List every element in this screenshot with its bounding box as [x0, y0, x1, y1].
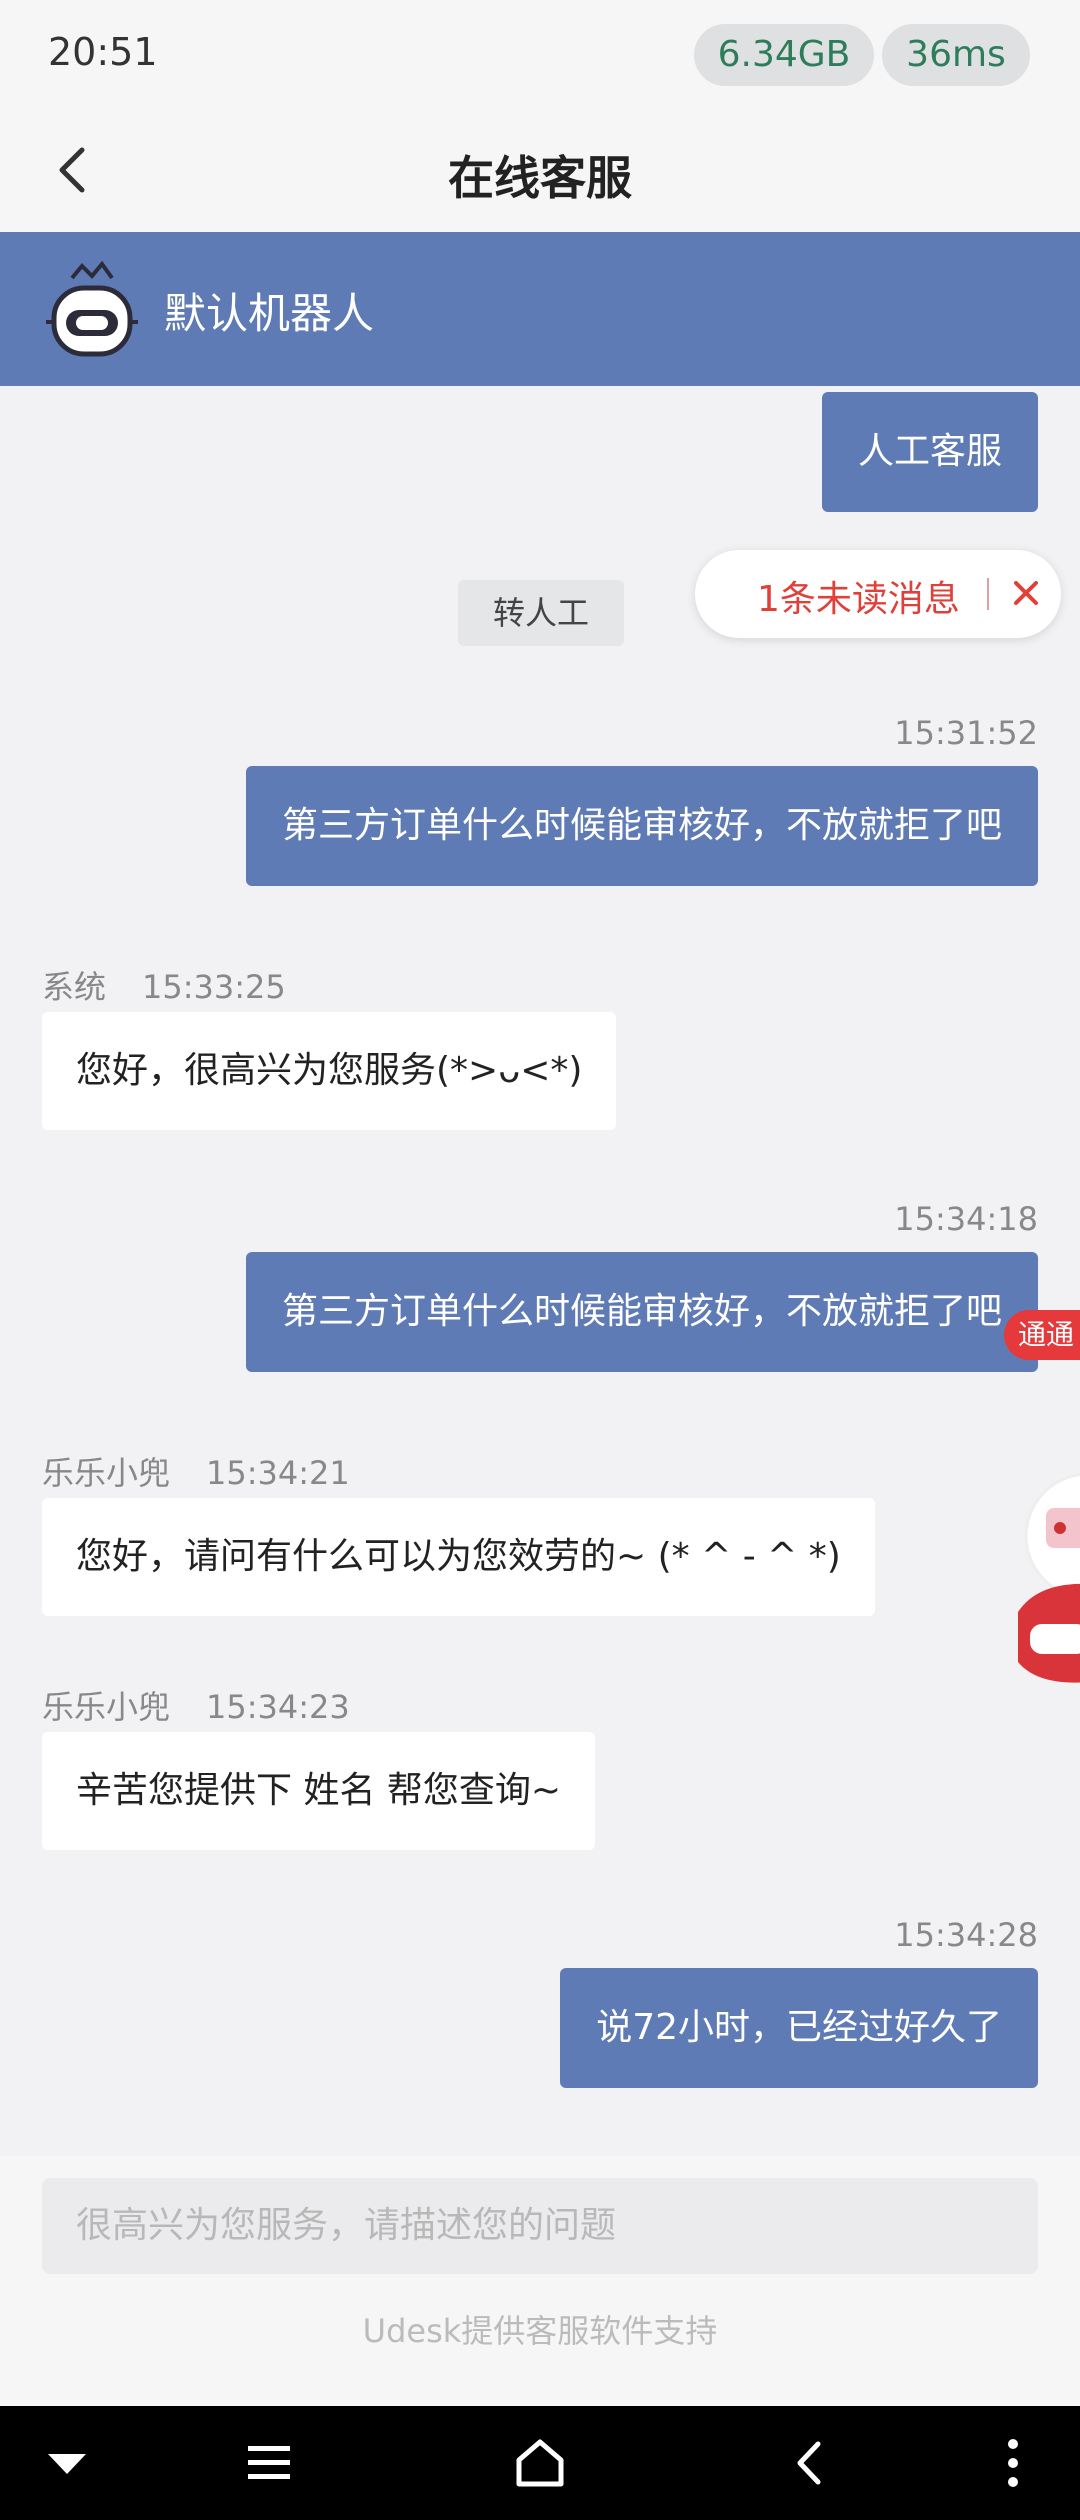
message-timestamp: 15:34:18 [894, 1200, 1038, 1238]
system-nav-bar [0, 2406, 1080, 2520]
unread-message-text[interactable]: 1条未读消息 [757, 570, 960, 622]
quick-reply-human-agent[interactable]: 人工客服 [821, 392, 1038, 512]
hide-keyboard-icon[interactable] [32, 2428, 102, 2498]
outgoing-message[interactable]: 说72小时，已经过好久了 [560, 1968, 1038, 2088]
message-sender-line: 系统 15:33:25 [42, 962, 286, 1008]
outgoing-message[interactable]: 第三方订单什么时候能审核好，不放就拒了吧 [245, 766, 1038, 886]
chat-area[interactable]: 人工客服 转人工 1条未读消息 15:31:52 第三方订单什么时候能审核好，不… [0, 386, 1080, 2156]
close-icon[interactable] [1001, 568, 1051, 618]
powered-by-text: Udesk提供客服软件支持 [362, 2312, 718, 2350]
incoming-message[interactable]: 辛苦您提供下 姓名 帮您查询~ [42, 1732, 596, 1850]
message-sender-line: 乐乐小兜 15:34:21 [42, 1448, 350, 1494]
message-timestamp: 15:33:25 [142, 968, 286, 1006]
home-icon[interactable] [505, 2428, 575, 2498]
message-timestamp: 15:31:52 [894, 714, 1038, 752]
back-icon[interactable] [776, 2428, 846, 2498]
incoming-message[interactable]: 您好，很高兴为您服务(*>ᴗ<*) [42, 1012, 617, 1130]
more-options-icon[interactable] [978, 2428, 1048, 2498]
incoming-message[interactable]: 您好，请问有什么可以为您效劳的~ (* ^ - ^ *) [42, 1498, 875, 1616]
page-title: 在线客服 [448, 151, 632, 205]
robot-avatar-icon [46, 260, 138, 357]
outgoing-message[interactable]: 第三方订单什么时候能审核好，不放就拒了吧 [245, 1252, 1038, 1372]
status-time: 20:51 [48, 30, 158, 74]
latency-indicator: 36ms [882, 24, 1030, 86]
agent-bar: 默认机器人 [0, 232, 1080, 386]
floating-widget-label[interactable]: 通通 [1004, 1310, 1080, 1360]
sender-name: 乐乐小兜 [42, 1688, 171, 1726]
message-sender-line: 乐乐小兜 15:34:23 [42, 1682, 350, 1728]
status-bar: 20:51 6.34GB 36ms [0, 0, 1080, 112]
transfer-to-human-chip[interactable]: 转人工 [458, 580, 624, 646]
unread-divider [987, 578, 989, 610]
unread-message-banner[interactable]: 1条未读消息 [695, 550, 1061, 638]
nav-bar: 在线客服 [0, 112, 1080, 232]
memory-indicator: 6.34GB [694, 24, 874, 86]
input-area: Udesk提供客服软件支持 [0, 2156, 1080, 2406]
sender-name: 系统 [42, 968, 107, 1006]
agent-name: 默认机器人 [164, 289, 375, 338]
message-timestamp: 15:34:21 [206, 1454, 350, 1492]
menu-icon[interactable] [234, 2428, 304, 2498]
message-timestamp: 15:34:23 [206, 1688, 350, 1726]
message-input[interactable] [42, 2178, 1038, 2274]
message-timestamp: 15:34:28 [894, 1916, 1038, 1954]
sender-name: 乐乐小兜 [42, 1454, 171, 1492]
floating-mascot-icon[interactable] [998, 1472, 1080, 1742]
